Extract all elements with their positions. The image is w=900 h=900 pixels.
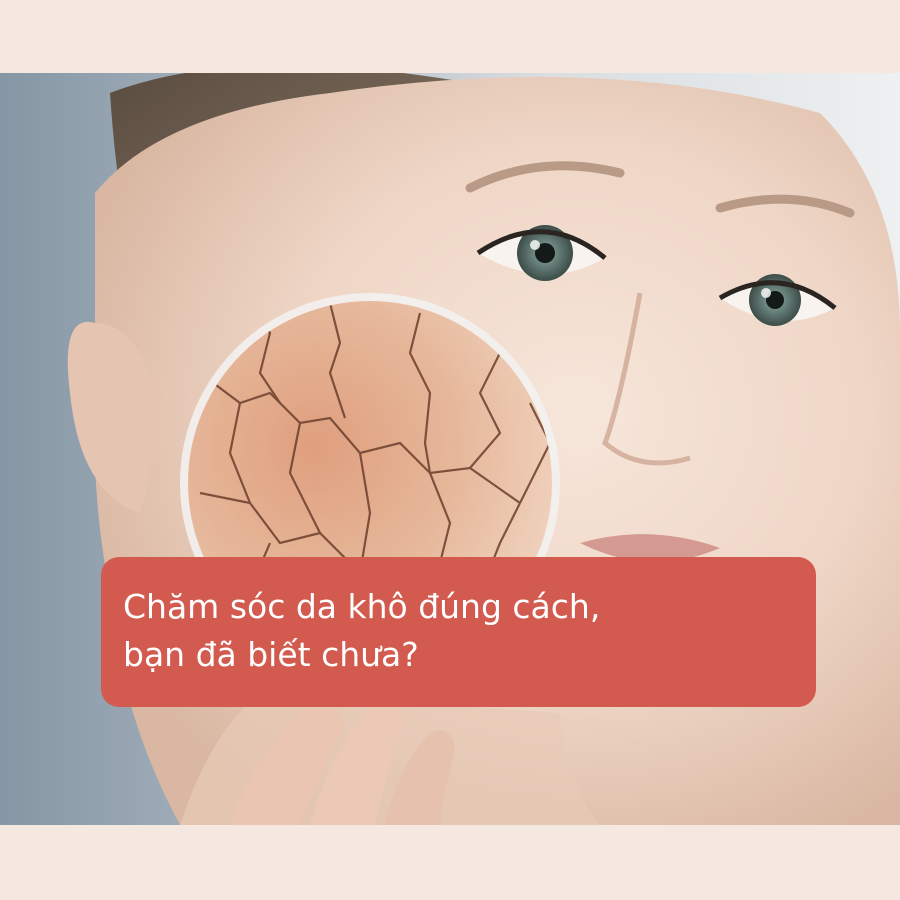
headline-line-2: bạn đã biết chưa?: [123, 635, 419, 674]
background-frame: Chăm sóc da khô đúng cách, bạn đã biết c…: [0, 0, 900, 900]
headline-line-1: Chăm sóc da khô đúng cách,: [123, 587, 601, 626]
face-photo: [0, 73, 900, 825]
headline-banner: Chăm sóc da khô đúng cách, bạn đã biết c…: [101, 557, 816, 707]
face-illustration: [67, 73, 900, 825]
